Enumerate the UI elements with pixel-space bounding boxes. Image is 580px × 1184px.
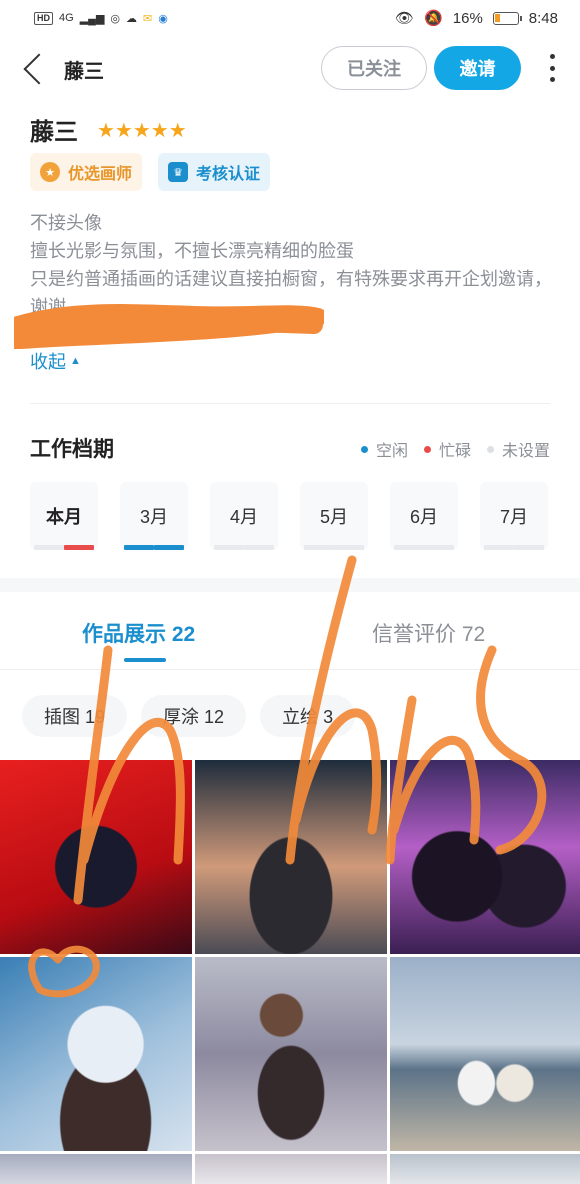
battery-icon [492, 11, 522, 25]
cloud-icon: ☁ [126, 12, 138, 25]
month-first-half-bar [124, 545, 154, 550]
month-label: 4月 [229, 507, 258, 527]
month-second-half-bar [64, 545, 94, 550]
clock: 8:48 [528, 9, 558, 27]
month-list: 本月 3月 4月 5月 6月 7月 [30, 482, 548, 550]
month-label: 5月 [319, 507, 348, 527]
redaction-scribble [14, 304, 324, 349]
artist-name: 藤三 [30, 119, 78, 146]
network-indicator: HD [34, 11, 53, 25]
mute-icon: 🔕 [424, 10, 443, 27]
legend-label: 未设置 [501, 443, 550, 460]
eye-icon: 👁 [395, 10, 415, 27]
month-label: 本月 [46, 507, 82, 527]
filter-chip-impasto[interactable]: 厚涂 12 [141, 695, 247, 737]
month-cell[interactable]: 7月 [480, 482, 548, 550]
artwork-thumbnail[interactable] [0, 1154, 192, 1184]
section-separator [0, 578, 580, 592]
bio-line: 不接头像 [30, 213, 102, 233]
back-arrow-icon[interactable] [23, 53, 55, 85]
artwork-thumbnail[interactable] [195, 760, 387, 954]
month-first-half-bar [214, 545, 244, 550]
month-first-half-bar [484, 545, 514, 550]
month-first-half-bar [394, 545, 424, 550]
header-title: 藤三 [64, 60, 104, 83]
unset-dot-icon [486, 445, 494, 453]
month-second-half-bar [154, 545, 184, 550]
month-cell[interactable]: 本月 [30, 482, 98, 550]
certified-badge-icon: ♛ [168, 162, 189, 182]
artwork-thumbnail[interactable] [390, 760, 580, 954]
battery-percent: 16% [452, 9, 483, 27]
top-nav: 藤三 已关注 邀请 [0, 40, 580, 98]
month-label: 7月 [499, 507, 528, 527]
month-first-half-bar [34, 545, 64, 550]
month-label: 3月 [139, 507, 168, 527]
works-gallery [0, 760, 580, 1184]
month-label: 6月 [409, 507, 438, 527]
filter-chip-character[interactable]: 立绘 3 [260, 695, 356, 737]
status-bar: HD 4G ▂▄▆ ◎ ☁ ✉ ◉ 👁 🔕 16% 8:48 [0, 0, 580, 36]
filter-chips: 插图 19 厚涂 12 立绘 3 [22, 695, 356, 737]
tab-reviews[interactable]: 信誉评价 72 [372, 618, 485, 648]
app-icon: ◉ [158, 12, 168, 25]
legend-free: 空闲 [360, 437, 408, 461]
bio-line: 擅长光影与氛围，不擅长漂亮精细的脸蛋 [30, 241, 354, 261]
caret-up-icon: ▲ [70, 355, 81, 367]
legend-label: 空闲 [375, 443, 408, 460]
tab-works[interactable]: 作品展示 22 [82, 618, 195, 648]
filter-chip-illustration[interactable]: 插图 19 [22, 695, 128, 737]
artwork-thumbnail[interactable] [390, 1154, 580, 1184]
more-vertical-icon[interactable] [548, 54, 556, 82]
certified-badge[interactable]: ♛ 考核认证 [158, 153, 271, 191]
legend-unset: 未设置 [486, 437, 550, 461]
month-cell[interactable]: 3月 [120, 482, 188, 550]
status-left: HD 4G ▂▄▆ ◎ ☁ ✉ ◉ [34, 11, 168, 25]
month-second-half-bar [244, 545, 274, 550]
signal-bars-icon: ▂▄▆ [79, 12, 105, 25]
badge-label: 考核认证 [196, 166, 261, 183]
artwork-thumbnail[interactable] [390, 957, 580, 1151]
artwork-thumbnail[interactable] [0, 760, 192, 954]
followed-button[interactable]: 已关注 [321, 46, 427, 90]
divider [0, 669, 580, 670]
artwork-thumbnail[interactable] [0, 957, 192, 1151]
badge-label: 优选画师 [68, 166, 133, 183]
status-right: 👁 🔕 16% 8:48 [395, 9, 558, 28]
divider [30, 403, 550, 404]
active-tab-indicator [124, 658, 166, 662]
busy-dot-icon [423, 445, 431, 453]
star-badge-icon: ★ [40, 162, 60, 182]
collapse-toggle[interactable]: 收起 ▲ [30, 348, 81, 374]
free-dot-icon [360, 445, 368, 453]
month-second-half-bar [514, 545, 544, 550]
invite-button[interactable]: 邀请 [434, 46, 521, 90]
artwork-thumbnail[interactable] [195, 957, 387, 1151]
month-second-half-bar [334, 545, 364, 550]
month-cell[interactable]: 4月 [210, 482, 278, 550]
rating-stars: ★★★★★ [97, 120, 187, 142]
legend-label: 忙碌 [438, 443, 471, 460]
collapse-label: 收起 [30, 352, 66, 372]
schedule-title: 工作档期 [30, 438, 114, 461]
schedule-legend: 空闲 忙碌 未设置 [360, 437, 550, 461]
badge-row: ★ 优选画师 ♛ 考核认证 [30, 153, 271, 191]
preferred-artist-badge[interactable]: ★ 优选画师 [30, 153, 143, 191]
month-first-half-bar [304, 545, 334, 550]
mail-icon: ✉ [143, 12, 153, 25]
month-second-half-bar [424, 545, 454, 550]
signal-indicator: 4G [59, 12, 74, 24]
legend-busy: 忙碌 [423, 437, 471, 461]
artwork-thumbnail[interactable] [195, 1154, 387, 1184]
month-cell[interactable]: 5月 [300, 482, 368, 550]
month-cell[interactable]: 6月 [390, 482, 458, 550]
hotspot-icon: ◎ [110, 12, 121, 25]
